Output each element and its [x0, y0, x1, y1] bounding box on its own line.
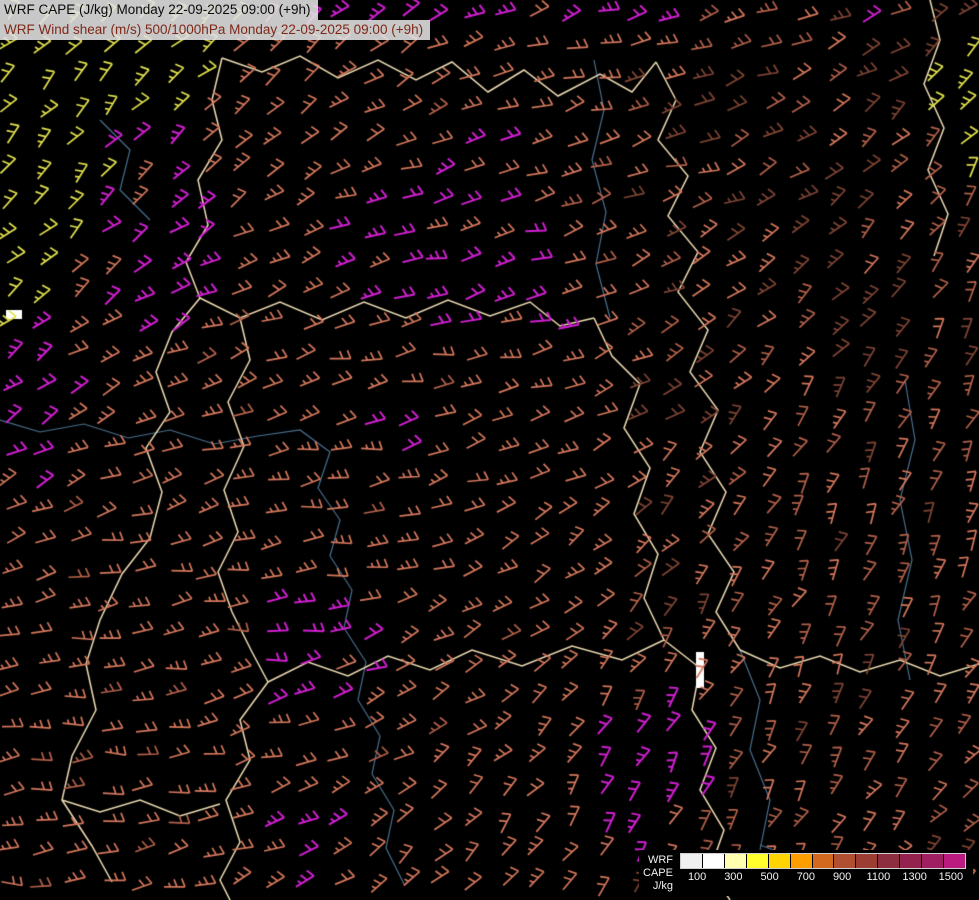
- legend-tick-3: 700: [796, 871, 816, 883]
- legend-swatch-8: [856, 854, 879, 868]
- weather-map: WRF CAPE (J/kg) Monday 22-09-2025 09:00 …: [0, 0, 979, 900]
- legend-tick-7: 1500: [938, 871, 964, 883]
- title-bar: WRF CAPE (J/kg) Monday 22-09-2025 09:00 …: [0, 0, 431, 40]
- legend-unit-label: J/kg: [652, 880, 673, 892]
- legend-swatch-5: [790, 854, 813, 868]
- legend-swatch-9: [878, 854, 901, 868]
- legend-swatch-6: [812, 854, 835, 868]
- legend-tick-1: 300: [724, 871, 743, 883]
- legend-swatch-4: [768, 854, 791, 868]
- legend-tick-4: 900: [832, 871, 852, 883]
- title-line-shear: WRF Wind shear (m/s) 500/1000hPa Monday …: [0, 20, 431, 40]
- legend-swatch-10: [900, 854, 923, 868]
- legend-swatch-0: [681, 854, 703, 868]
- cape-legend: WRF CAPE J/kg 100 300 500 700 900 1100 1300 150…: [639, 850, 973, 896]
- legend-label-block: WRF CAPE J/kg: [643, 853, 673, 893]
- legend-variable-label: CAPE: [643, 867, 673, 879]
- legend-tick-0: 100: [687, 871, 707, 883]
- legend-swatch-3: [746, 854, 769, 868]
- legend-swatch-1: [702, 854, 725, 868]
- legend-swatch-11: [922, 854, 945, 868]
- legend-tick-5: 1100: [866, 871, 891, 883]
- legend-swatch-7: [834, 854, 857, 868]
- legend-scale: 100 300 500 700 900 1100 1300 1500: [680, 853, 969, 883]
- legend-tick-2: 500: [760, 871, 779, 883]
- legend-swatches: [680, 853, 966, 869]
- title-line-cape: WRF CAPE (J/kg) Monday 22-09-2025 09:00 …: [0, 0, 318, 20]
- legend-tick-6: 1300: [902, 871, 927, 883]
- legend-swatch-2: [724, 854, 747, 868]
- legend-ticks: 100 300 500 700 900 1100 1300 1500: [679, 871, 969, 883]
- legend-model-label: WRF: [647, 854, 673, 866]
- legend-swatch-12: [944, 854, 965, 868]
- weather-map-canvas: [0, 0, 979, 900]
